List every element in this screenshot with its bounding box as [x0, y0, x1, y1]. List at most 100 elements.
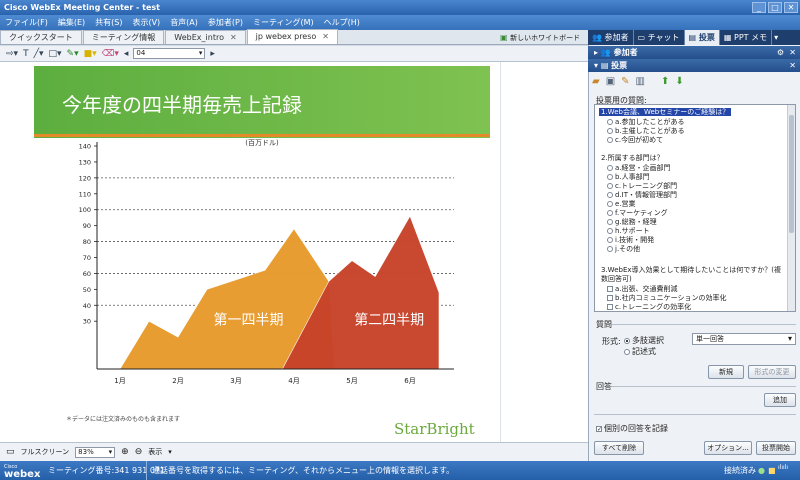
tab-label: WebEx_intro	[174, 33, 224, 42]
close-icon[interactable]: ✕	[784, 2, 798, 13]
move-up-icon[interactable]: ⬆	[661, 76, 669, 87]
question-item-continued: 数回答可)	[601, 275, 632, 283]
change-format-button[interactable]: 形式の変更	[748, 365, 796, 379]
menu-meeting[interactable]: ミーティング(M)	[248, 15, 319, 30]
menu-file[interactable]: ファイル(F)	[0, 15, 53, 30]
rectangle-tool-icon[interactable]: □▾	[49, 49, 62, 59]
next-page-icon[interactable]: ▸	[210, 49, 215, 59]
text-tool-icon[interactable]: T	[23, 49, 29, 59]
tab-label: jp webex preso	[255, 32, 317, 41]
tab-jp-webex-preso[interactable]: jp webex preso ✕	[246, 29, 338, 44]
menu-audio[interactable]: 音声(A)	[165, 15, 203, 30]
question-text: 1.Web会議、Webセミナーのご経験は？	[599, 108, 732, 116]
new-whiteboard-button[interactable]: ▣ 新しいホワイトボード	[500, 31, 586, 44]
move-down-icon[interactable]: ⬇	[675, 76, 683, 87]
webex-logo-text: webex	[4, 469, 41, 480]
tab-webex-intro[interactable]: WebEx_intro ✕	[165, 30, 246, 44]
section-divider	[594, 414, 796, 415]
x-tick-label: 6月	[404, 377, 415, 385]
option-text: a.経営・企画部門	[615, 164, 671, 172]
scrollbar-thumb[interactable]	[789, 115, 794, 233]
format-label: 形式:	[602, 337, 621, 346]
question-list-scrollbar[interactable]	[787, 105, 795, 311]
question-item[interactable]: 1.Web会議、Webセミナーのご経験は？	[599, 107, 732, 117]
window-controls: _ □ ✕	[752, 2, 798, 13]
question-item[interactable]: 2.所属する部門は？	[601, 153, 664, 163]
close-icon[interactable]: ✕	[789, 46, 796, 59]
tab-ppt-notes[interactable]: ▦ PPT メモ	[720, 30, 773, 45]
view-menu[interactable]: 表示	[148, 447, 162, 457]
minimize-icon[interactable]: _	[752, 2, 766, 13]
tab-participants[interactable]: 👥 参加者	[588, 30, 634, 45]
close-icon[interactable]: ✕	[789, 59, 796, 72]
checkbox-icon	[607, 286, 613, 292]
save-icon[interactable]: ▣	[606, 76, 615, 87]
edit-pencil-icon[interactable]: ✎	[621, 76, 629, 87]
panel-menu-icon[interactable]: ▾	[774, 33, 778, 42]
option-item[interactable]: c.トレーニングの効率化	[607, 302, 692, 311]
format-multiple-choice[interactable]: 多肢選択	[624, 335, 664, 346]
delete-icon[interactable]: ▥	[636, 76, 645, 87]
tab-meeting-info[interactable]: ミーティング情報	[82, 30, 165, 44]
y-tick-label: 60	[83, 270, 91, 278]
line-tool-icon[interactable]: ╱▾	[34, 49, 44, 59]
start-poll-button[interactable]: 投票開始	[756, 441, 796, 455]
tab-chat[interactable]: ▭ チャット	[634, 30, 685, 45]
add-answer-button[interactable]: 追加	[764, 393, 796, 407]
pointer-arrow-icon[interactable]: ⇨▾	[6, 49, 18, 59]
view-dropdown-icon[interactable]: ▾	[168, 448, 172, 456]
prev-page-icon[interactable]: ◂	[124, 49, 129, 59]
option-text: b.社内コミュニケーションの効率化	[615, 294, 727, 302]
tab-close-icon[interactable]: ✕	[322, 32, 329, 41]
settings-gear-icon[interactable]: ⚙	[777, 46, 784, 59]
tab-close-icon[interactable]: ✕	[230, 33, 237, 42]
poll-icon: ▤	[600, 61, 609, 70]
open-folder-icon[interactable]: ▰	[592, 76, 600, 87]
menu-help[interactable]: ヘルプ(H)	[319, 15, 365, 30]
answer-type-select[interactable]: 単一回答	[692, 333, 796, 345]
participants-icon: 👥	[600, 48, 611, 57]
y-tick-label: 110	[79, 190, 91, 198]
zoom-in-icon[interactable]: ⊕	[121, 447, 129, 457]
tab-quickstart[interactable]: クイックスタート	[0, 30, 82, 44]
highlight-color-icon[interactable]: ■▾	[84, 49, 97, 59]
clear-all-button[interactable]: すべて削除	[594, 441, 644, 455]
checkbox-label: 個別の回答を記録	[604, 424, 668, 433]
new-question-button[interactable]: 新規	[708, 365, 744, 379]
record-individual-checkbox[interactable]: ✓ 個別の回答を記録	[596, 423, 668, 434]
option-item[interactable]: c.今回が初めて	[607, 135, 663, 145]
option-text: d.IT・情報管理部門	[615, 191, 678, 199]
chat-icon: ▭	[637, 33, 646, 42]
y-tick-label: 130	[79, 158, 91, 166]
poll-question-list[interactable]: 1.Web会議、Webセミナーのご経験は？ a.参加したことがある b.主催した…	[594, 104, 796, 312]
option-text: c.トレーニングの効率化	[615, 303, 692, 311]
poll-section-header[interactable]: ▾ ▤ 投票 ✕	[588, 59, 800, 72]
x-tick-label: 2月	[172, 377, 183, 385]
menu-view[interactable]: 表示(V)	[127, 15, 165, 30]
format-free-text[interactable]: 記述式	[624, 346, 656, 357]
zoom-out-icon[interactable]: ⊖	[135, 447, 143, 457]
menu-share[interactable]: 共有(S)	[90, 15, 127, 30]
zoom-select[interactable]: 83%	[75, 446, 116, 458]
fullscreen-button[interactable]: フルスクリーン	[21, 447, 70, 457]
y-tick-label: 90	[83, 222, 91, 230]
menu-participant[interactable]: 参加者(P)	[203, 15, 248, 30]
fullscreen-icon[interactable]: ▭	[6, 447, 15, 457]
menu-edit[interactable]: 編集(E)	[53, 15, 90, 30]
tab-polling[interactable]: ▤ 投票	[684, 30, 720, 45]
y-tick-label: 80	[83, 238, 91, 246]
radio-icon	[607, 183, 613, 189]
pen-tool-icon[interactable]: ✎▾	[67, 49, 79, 59]
content-viewer: 今年度の四半期毎売上記録 (百万ドル) 第一四半期 第二四半期 30 40 50 60 70 8…	[0, 62, 588, 442]
option-text: 記述式	[632, 347, 656, 356]
page-select[interactable]: 04	[133, 48, 206, 59]
option-text: j.その他	[615, 245, 641, 253]
option-text: g.総務・経理	[615, 218, 657, 226]
y-tick-label: 40	[83, 302, 91, 310]
maximize-icon[interactable]: □	[768, 2, 782, 13]
options-button[interactable]: オプション...	[704, 441, 752, 455]
participants-section-header[interactable]: ▸ 👥 参加者 ⚙ ✕	[588, 46, 800, 59]
eraser-icon[interactable]: ⌫▾	[102, 49, 119, 59]
option-text: b.人事部門	[615, 173, 650, 181]
option-item[interactable]: j.その他	[607, 244, 640, 254]
